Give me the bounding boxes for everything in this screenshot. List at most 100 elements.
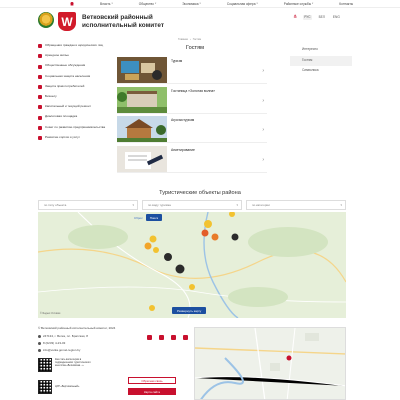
- map-marker[interactable]: [201, 229, 209, 237]
- card-label: Агроэкотуризм: [171, 118, 195, 122]
- nav-label: Социальная сфера: [226, 1, 256, 6]
- rightnav-item-symbols[interactable]: Символика: [290, 66, 352, 77]
- sidebar-item-label: Общественные обсуждения: [45, 63, 86, 68]
- qr-block: Как стать волонтером в подразделениях ту…: [38, 356, 118, 400]
- right-sidebar: Интересно Гостям Символика: [290, 45, 352, 77]
- chevron-down-icon: ▾: [256, 2, 258, 5]
- map-marker[interactable]: [153, 247, 159, 253]
- phone-icon: [38, 341, 41, 345]
- nav-label: Власть: [100, 1, 111, 6]
- map-marker[interactable]: [175, 264, 185, 274]
- card-survey[interactable]: Анкетирование ›: [117, 146, 267, 173]
- sidebar-item-label: Бизнесу: [45, 93, 57, 98]
- share-icon[interactable]: ⋔: [293, 14, 297, 20]
- card-label: Гостиница «Золотая волна»: [171, 89, 216, 93]
- sidebar-item-label: Арендное жилье: [45, 53, 69, 58]
- sidebar-item-varieties[interactable]: Развитие сортов и услуг: [38, 134, 106, 146]
- filter-object-type[interactable]: по типу объекта ▾: [38, 200, 138, 210]
- nav-item-ekonomika[interactable]: Экономика ▾: [182, 2, 201, 6]
- lang-rus[interactable]: РУС: [303, 14, 312, 20]
- nav-item-vlast[interactable]: Власть ▾: [100, 2, 113, 6]
- tourist-map[interactable]: Сброс Поиск Развернуть карту © Яндекс Ус…: [38, 212, 346, 318]
- map-marker[interactable]: [189, 284, 195, 290]
- chevron-down-icon: ▾: [340, 203, 342, 207]
- left-sidebar: Обращения граждан и юридических лиц Арен…: [38, 43, 106, 146]
- breadcrumb-current: Гостям: [192, 38, 202, 41]
- expand-map-button[interactable]: Развернуть карту: [172, 307, 207, 314]
- youtube-icon[interactable]: [159, 335, 164, 340]
- email-text: info@vetka.gomel-region.by: [43, 348, 81, 352]
- card-tourism[interactable]: Туризм ›: [117, 57, 267, 84]
- chevron-right-icon: ›: [262, 127, 264, 133]
- qr1-text: Как стать волонтером в подразделениях ту…: [55, 358, 91, 367]
- site-title[interactable]: Ветковский районный исполнительный комит…: [82, 14, 202, 29]
- address-text: 247134, г. Ветка, пл. Братская, 8: [43, 334, 88, 338]
- map-marker[interactable]: [204, 220, 212, 228]
- chevron-down-icon: ▾: [236, 203, 238, 207]
- telegram-icon[interactable]: [183, 335, 188, 340]
- breadcrumb: Главная › Гостям: [178, 38, 201, 41]
- card-hotel[interactable]: Гостиница «Золотая волна» ›: [117, 87, 267, 114]
- filter-tourism-kind[interactable]: по виду туризма ▾: [142, 200, 242, 210]
- home-icon[interactable]: [70, 1, 74, 6]
- nav-item-services[interactable]: Районные службы ▾: [284, 2, 314, 6]
- location-marker[interactable]: [286, 355, 292, 361]
- footer-location-map[interactable]: [194, 327, 346, 400]
- vk-icon[interactable]: [171, 335, 176, 340]
- card-agrotourism[interactable]: Агроэкотуризм ›: [117, 116, 267, 143]
- wrench-icon: [38, 105, 42, 110]
- lang-bel[interactable]: БЕЛ: [318, 15, 326, 20]
- qr2-text: ЦУР «Вертикальный»: [55, 385, 80, 388]
- footer-phone[interactable]: 8 (0233) 4-23-03: [38, 341, 65, 345]
- location-icon: [38, 334, 41, 338]
- sidebar-item-label: Защита прав потребителей: [45, 83, 85, 88]
- page-title: Гостям: [186, 45, 204, 51]
- filter-category[interactable]: по категории ▾: [246, 200, 346, 210]
- breadcrumb-home[interactable]: Главная: [178, 38, 188, 41]
- nav-item-social[interactable]: Социальная сфера ▾: [227, 2, 258, 6]
- chart-icon: [38, 135, 42, 140]
- nav-label: Экономика: [182, 1, 199, 6]
- sidebar-item-label: Диалоговая площадка: [45, 114, 78, 119]
- house-icon: [38, 54, 42, 59]
- nav-label: Общество: [138, 1, 154, 6]
- nav-label: Контакты: [339, 1, 354, 6]
- nav-label: Районные службы: [283, 1, 311, 6]
- map-marker[interactable]: [149, 235, 157, 243]
- tourist-map-section: Туристические объекты района по типу объ…: [0, 186, 400, 320]
- card-label: Анкетирование: [171, 148, 195, 152]
- map-controls: Сброс Поиск: [134, 214, 163, 221]
- rightnav-item-interesting[interactable]: Интересно: [290, 45, 352, 56]
- site-map-button[interactable]: Карта сайта: [128, 388, 176, 395]
- city-crest-logo[interactable]: W: [58, 12, 76, 31]
- crest-letter: W: [61, 14, 73, 29]
- footer-email[interactable]: info@vetka.gomel-region.by: [38, 348, 80, 352]
- mail-icon: [38, 44, 42, 49]
- rightnav-item-guests[interactable]: Гостям: [290, 55, 352, 66]
- sidebar-item-label: Развитие сортов и услуг: [45, 134, 80, 139]
- chevron-down-icon: ▾: [111, 2, 113, 5]
- map-marker[interactable]: [211, 233, 219, 241]
- map-marker[interactable]: [231, 233, 239, 241]
- instagram-icon[interactable]: [147, 335, 152, 340]
- map-search-button[interactable]: Поиск: [145, 214, 163, 221]
- map-marker[interactable]: [144, 242, 152, 250]
- sidebar-item-dialog[interactable]: Диалоговая площадка: [38, 114, 106, 125]
- briefcase-icon: [38, 95, 42, 100]
- nav-item-obshchestvo[interactable]: Общество ▾: [139, 2, 156, 6]
- qr-code-tsur[interactable]: [38, 380, 52, 394]
- feedback-button[interactable]: Обратная связь: [128, 377, 176, 384]
- card-label: Туризм: [171, 59, 183, 63]
- breadcrumb-separator: ›: [189, 38, 191, 41]
- chevron-right-icon: ›: [262, 68, 264, 74]
- qr-code-volunteer[interactable]: [38, 358, 52, 372]
- social-links: [147, 335, 188, 340]
- chat-icon: [38, 64, 42, 69]
- map-reset-button[interactable]: Сброс: [134, 216, 143, 220]
- nav-item-contacts[interactable]: Контакты: [339, 2, 353, 6]
- state-emblem-logo[interactable]: [38, 12, 54, 28]
- map-marker[interactable]: [164, 253, 172, 261]
- lang-eng[interactable]: ENG: [332, 15, 341, 20]
- map-marker[interactable]: [149, 305, 155, 311]
- map-credit: © Яндекс Условия: [40, 312, 61, 315]
